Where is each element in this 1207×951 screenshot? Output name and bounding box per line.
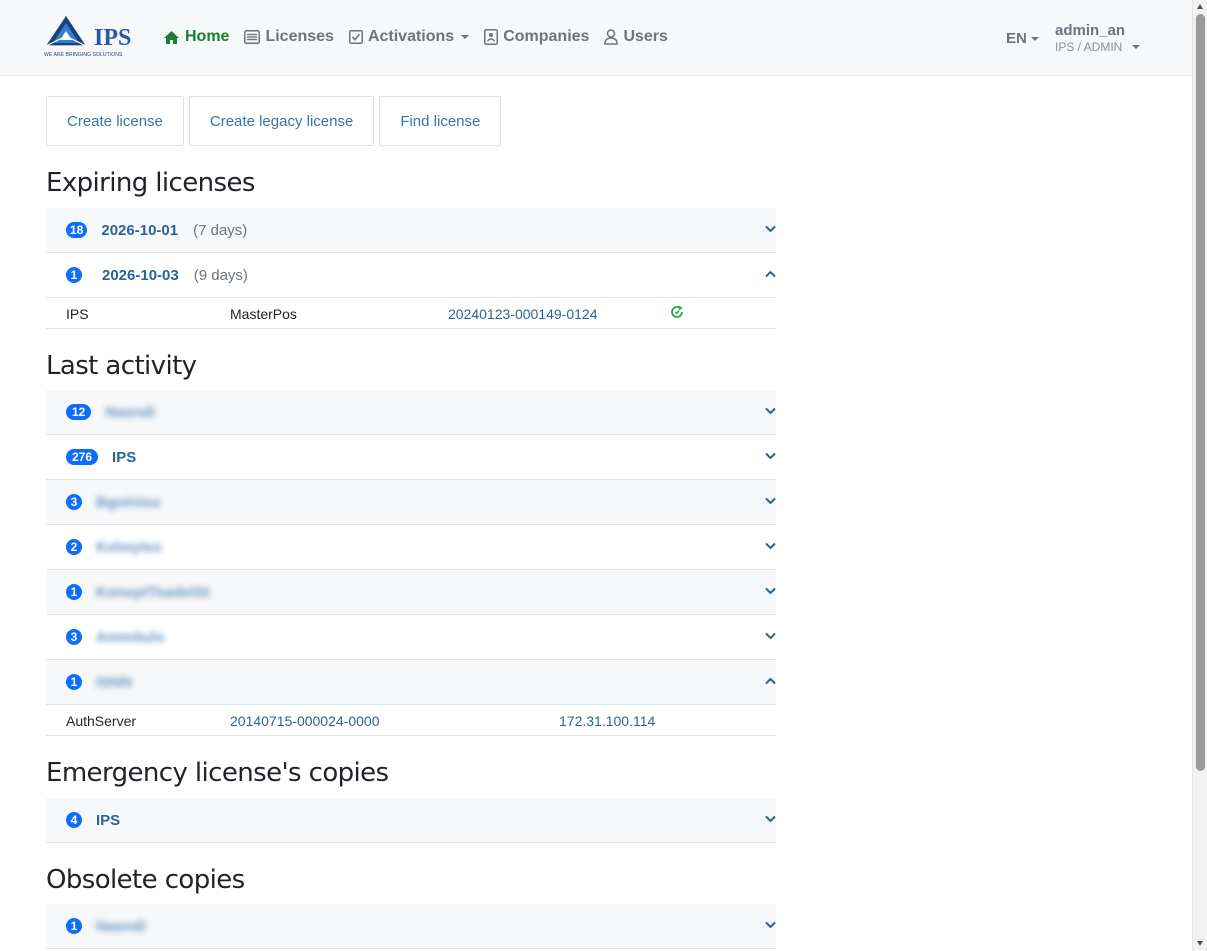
nav-activations-label: Activations [367, 28, 455, 45]
row-product: MasterPos [230, 306, 297, 322]
nav-users[interactable]: Users [604, 28, 668, 46]
activity-group-header[interactable]: 2 Kelmyles [46, 525, 776, 570]
chevron-up-icon [765, 677, 776, 685]
language-label: EN [1006, 30, 1027, 47]
chevron-down-icon [765, 632, 776, 640]
ips-logo[interactable]: IPS WE ARE BRINGING SOLUTIONS [44, 14, 136, 60]
count-badge: 4 [66, 812, 82, 828]
company-name: Bgoinisu [96, 493, 161, 511]
chevron-down-icon [765, 225, 776, 233]
count-badge: 2 [66, 539, 82, 555]
activity-group-header[interactable]: 1 ISNN [46, 660, 776, 705]
group-days-left: (7 days) [193, 221, 248, 239]
group-days-left: (9 days) [193, 266, 248, 284]
table-row: AuthServer 20140715-000024-0000 172.31.1… [46, 705, 776, 736]
chevron-down-icon [765, 815, 776, 823]
chevron-down-icon [765, 542, 776, 550]
group-date: 2026-10-03 [102, 266, 179, 284]
count-badge: 3 [66, 494, 82, 510]
logo-text: IPS [94, 25, 131, 51]
company-name: Nasndi [96, 917, 147, 935]
nav-users-label: Users [623, 28, 668, 45]
row-license-link[interactable]: 20240123-000149-0124 [448, 306, 597, 322]
nav-companies[interactable]: Companies [484, 28, 589, 46]
count-badge: 1 [66, 584, 82, 600]
chevron-down-icon [765, 497, 776, 505]
row-license-link[interactable]: 20140715-000024-0000 [230, 713, 379, 729]
chevron-down-icon [1132, 45, 1141, 49]
user-menu[interactable]: admin_an IPS / ADMIN [1055, 22, 1141, 54]
activity-group-header[interactable]: 1 KonoptTsadelSt [46, 570, 776, 615]
row-company: IPS [66, 306, 89, 322]
user-name: admin_an [1055, 22, 1126, 39]
scroll-up-arrow-icon[interactable] [1197, 4, 1203, 9]
obsolete-group-header[interactable]: 1 Nasndi [46, 904, 776, 949]
nav-home[interactable]: Home [163, 28, 229, 46]
create-legacy-license-button[interactable]: Create legacy license [188, 96, 375, 146]
create-license-button[interactable]: Create license [46, 96, 184, 146]
count-badge: 1 [66, 267, 82, 283]
user-role-label: IPS / ADMIN [1055, 40, 1123, 54]
count-badge: 3 [66, 629, 82, 645]
count-badge: 1 [66, 674, 82, 690]
vertical-scrollbar[interactable] [1192, 0, 1207, 951]
language-dropdown[interactable]: EN [1006, 30, 1039, 47]
logo-triangle-icon: IPS [45, 16, 131, 51]
nav-home-label: Home [185, 28, 230, 45]
emergency-copies-title: Emergency license's copies [46, 758, 389, 788]
activity-group-header[interactable]: 276 IPS [46, 435, 776, 480]
activity-group-header[interactable]: 12 Nasndi [46, 390, 776, 435]
row-product: AuthServer [66, 713, 137, 729]
chevron-down-icon [1030, 36, 1039, 41]
chevron-down-icon [765, 452, 776, 460]
activity-group-header[interactable]: 3 Bgoinisu [46, 480, 776, 525]
checkbox-icon [348, 30, 363, 44]
company-name: ISNN [96, 673, 132, 691]
building-icon [484, 29, 499, 45]
expiring-licenses-title: Expiring licenses [46, 168, 255, 198]
expiring-group-header[interactable]: 1 2026-10-03 (9 days) [46, 253, 776, 298]
expiring-group-header[interactable]: 18 2026-10-01 (7 days) [46, 208, 776, 253]
nav-companies-label: Companies [503, 28, 590, 45]
chevron-down-icon [765, 921, 776, 929]
company-name: Nasndi [105, 403, 156, 421]
logo-tagline: WE ARE BRINGING SOLUTIONS [44, 52, 123, 58]
company-name: Kelmyles [96, 538, 162, 556]
chevron-down-icon [461, 35, 470, 39]
action-buttons: Create license Create legacy license Fin… [46, 96, 506, 146]
group-date: 2026-10-01 [101, 221, 179, 239]
refresh-icon[interactable] [669, 304, 685, 320]
row-ip-link[interactable]: 172.31.100.114 [559, 713, 655, 729]
company-name: KonoptTsadelSt [96, 583, 210, 601]
obsolete-copies-title: Obsolete copies [46, 865, 245, 895]
chevron-down-icon [765, 587, 776, 595]
activity-group-header[interactable]: 3 Ammituls [46, 615, 776, 660]
company-name: IPS [96, 811, 121, 829]
chevron-up-icon [765, 270, 776, 278]
find-license-button[interactable]: Find license [379, 96, 502, 146]
user-icon [604, 29, 619, 45]
scrollbar-thumb[interactable] [1196, 14, 1205, 771]
list-icon [244, 30, 261, 44]
home-icon [163, 30, 180, 45]
count-badge: 276 [66, 449, 99, 465]
chevron-down-icon [765, 407, 776, 415]
nav-licenses[interactable]: Licenses [244, 28, 334, 46]
nav-activations[interactable]: Activations [348, 28, 470, 46]
table-row: IPS MasterPos 20240123-000149-0124 [46, 298, 776, 329]
company-name: IPS [112, 448, 137, 466]
company-name: Ammituls [96, 628, 165, 646]
top-navbar: IPS WE ARE BRINGING SOLUTIONS Home Licen… [0, 0, 1192, 76]
emergency-group-header[interactable]: 4 IPS [46, 798, 776, 843]
scroll-down-arrow-icon[interactable] [1197, 941, 1203, 946]
count-badge: 18 [66, 222, 88, 238]
main-nav: Home Licenses Activations Companies User… [163, 28, 683, 46]
user-role: IPS / ADMIN [1055, 40, 1141, 54]
last-activity-title: Last activity [46, 351, 197, 381]
count-badge: 1 [66, 918, 82, 934]
count-badge: 12 [66, 404, 92, 420]
nav-licenses-label: Licenses [265, 28, 334, 45]
